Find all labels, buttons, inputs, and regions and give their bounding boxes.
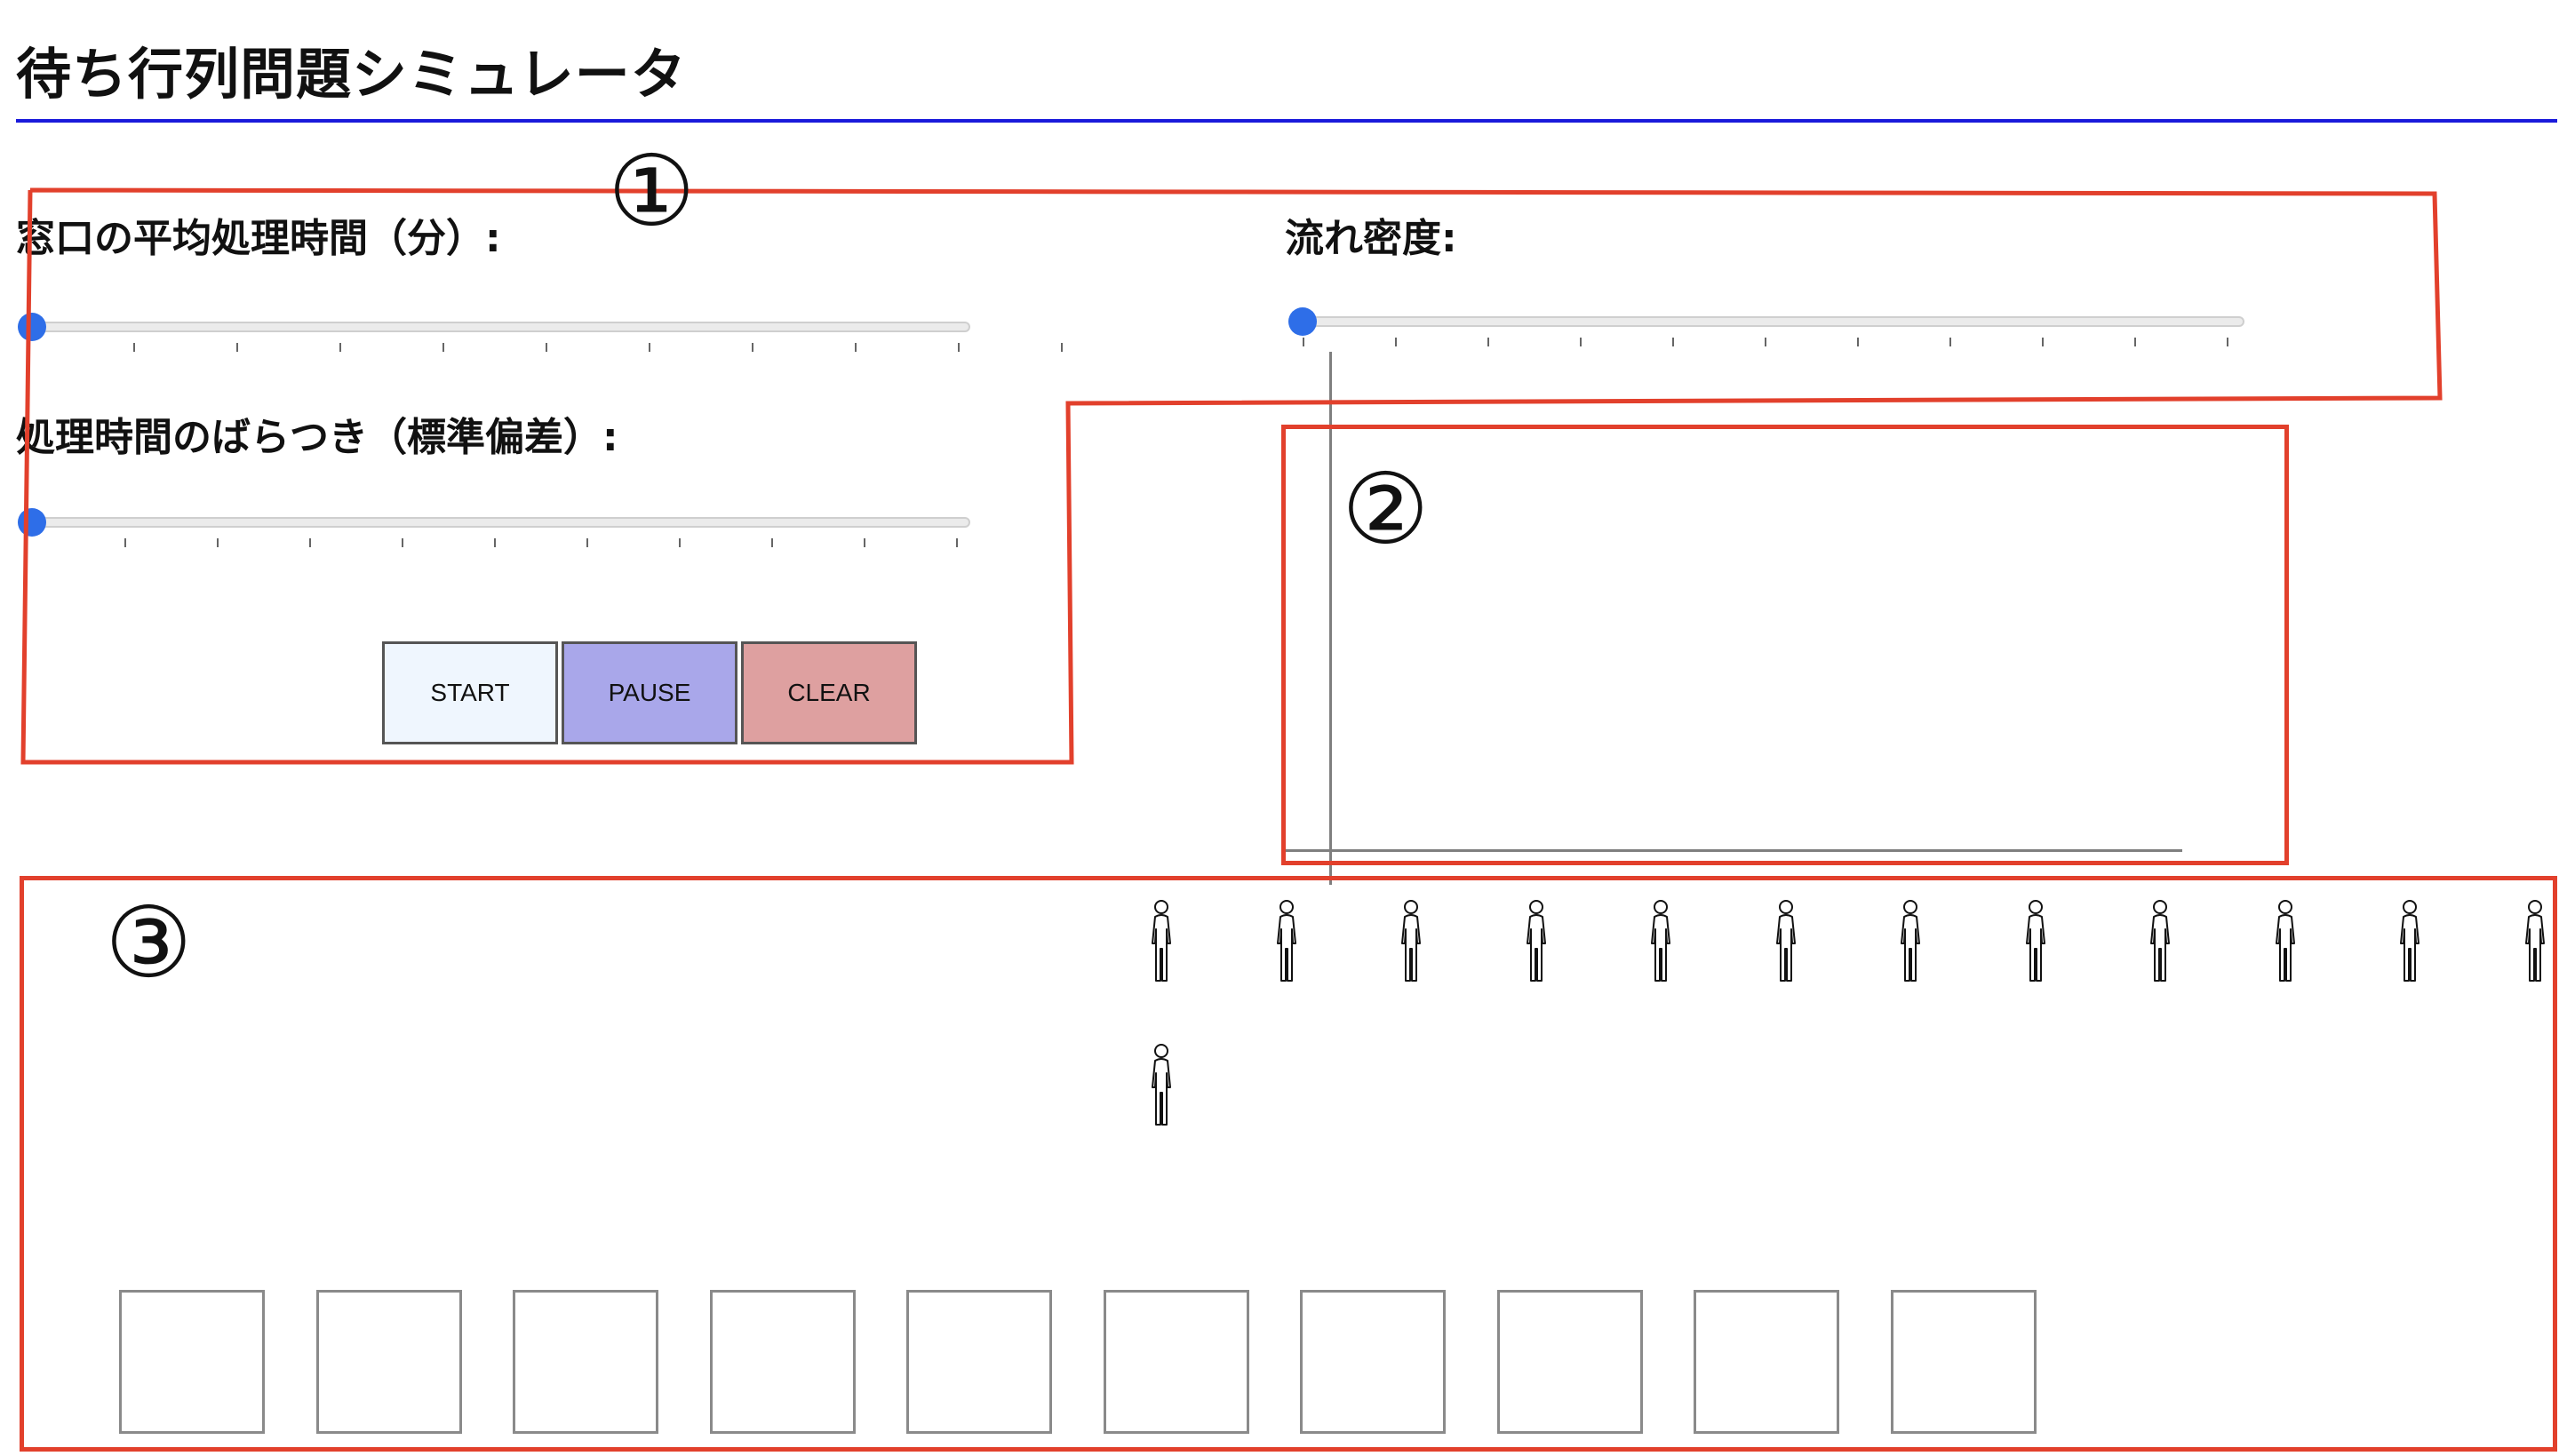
waiting-person-icon	[2270, 899, 2300, 986]
waiting-person-icon	[1146, 899, 1176, 986]
service-window	[1890, 1290, 2037, 1434]
waiting-person-icon	[2145, 899, 2175, 986]
service-window	[119, 1290, 265, 1434]
service-window	[1496, 1290, 1643, 1434]
waiting-person-icon	[2021, 899, 2051, 986]
service-window	[315, 1290, 462, 1434]
annotation-2-box	[1281, 425, 2289, 865]
annotation-number-1: ①	[608, 134, 696, 248]
waiting-person-icon	[1272, 899, 1302, 986]
service-window	[1694, 1290, 1839, 1434]
service-window	[1300, 1290, 1446, 1434]
service-window	[1103, 1290, 1249, 1434]
service-window	[513, 1290, 658, 1434]
annotation-number-2: ②	[1342, 452, 1430, 566]
waiting-person-icon	[1646, 899, 1676, 986]
waiting-person-icon	[1146, 1043, 1176, 1130]
waiting-person-icon	[2520, 899, 2550, 986]
service-window	[906, 1290, 1052, 1434]
annotation-number-3: ③	[105, 886, 193, 999]
waiting-person-icon	[1895, 899, 1925, 986]
waiting-person-icon	[1771, 899, 1801, 986]
service-window	[709, 1290, 856, 1434]
waiting-person-icon	[1521, 899, 1551, 986]
waiting-person-icon	[2395, 899, 2425, 986]
waiting-person-icon	[1396, 899, 1426, 986]
